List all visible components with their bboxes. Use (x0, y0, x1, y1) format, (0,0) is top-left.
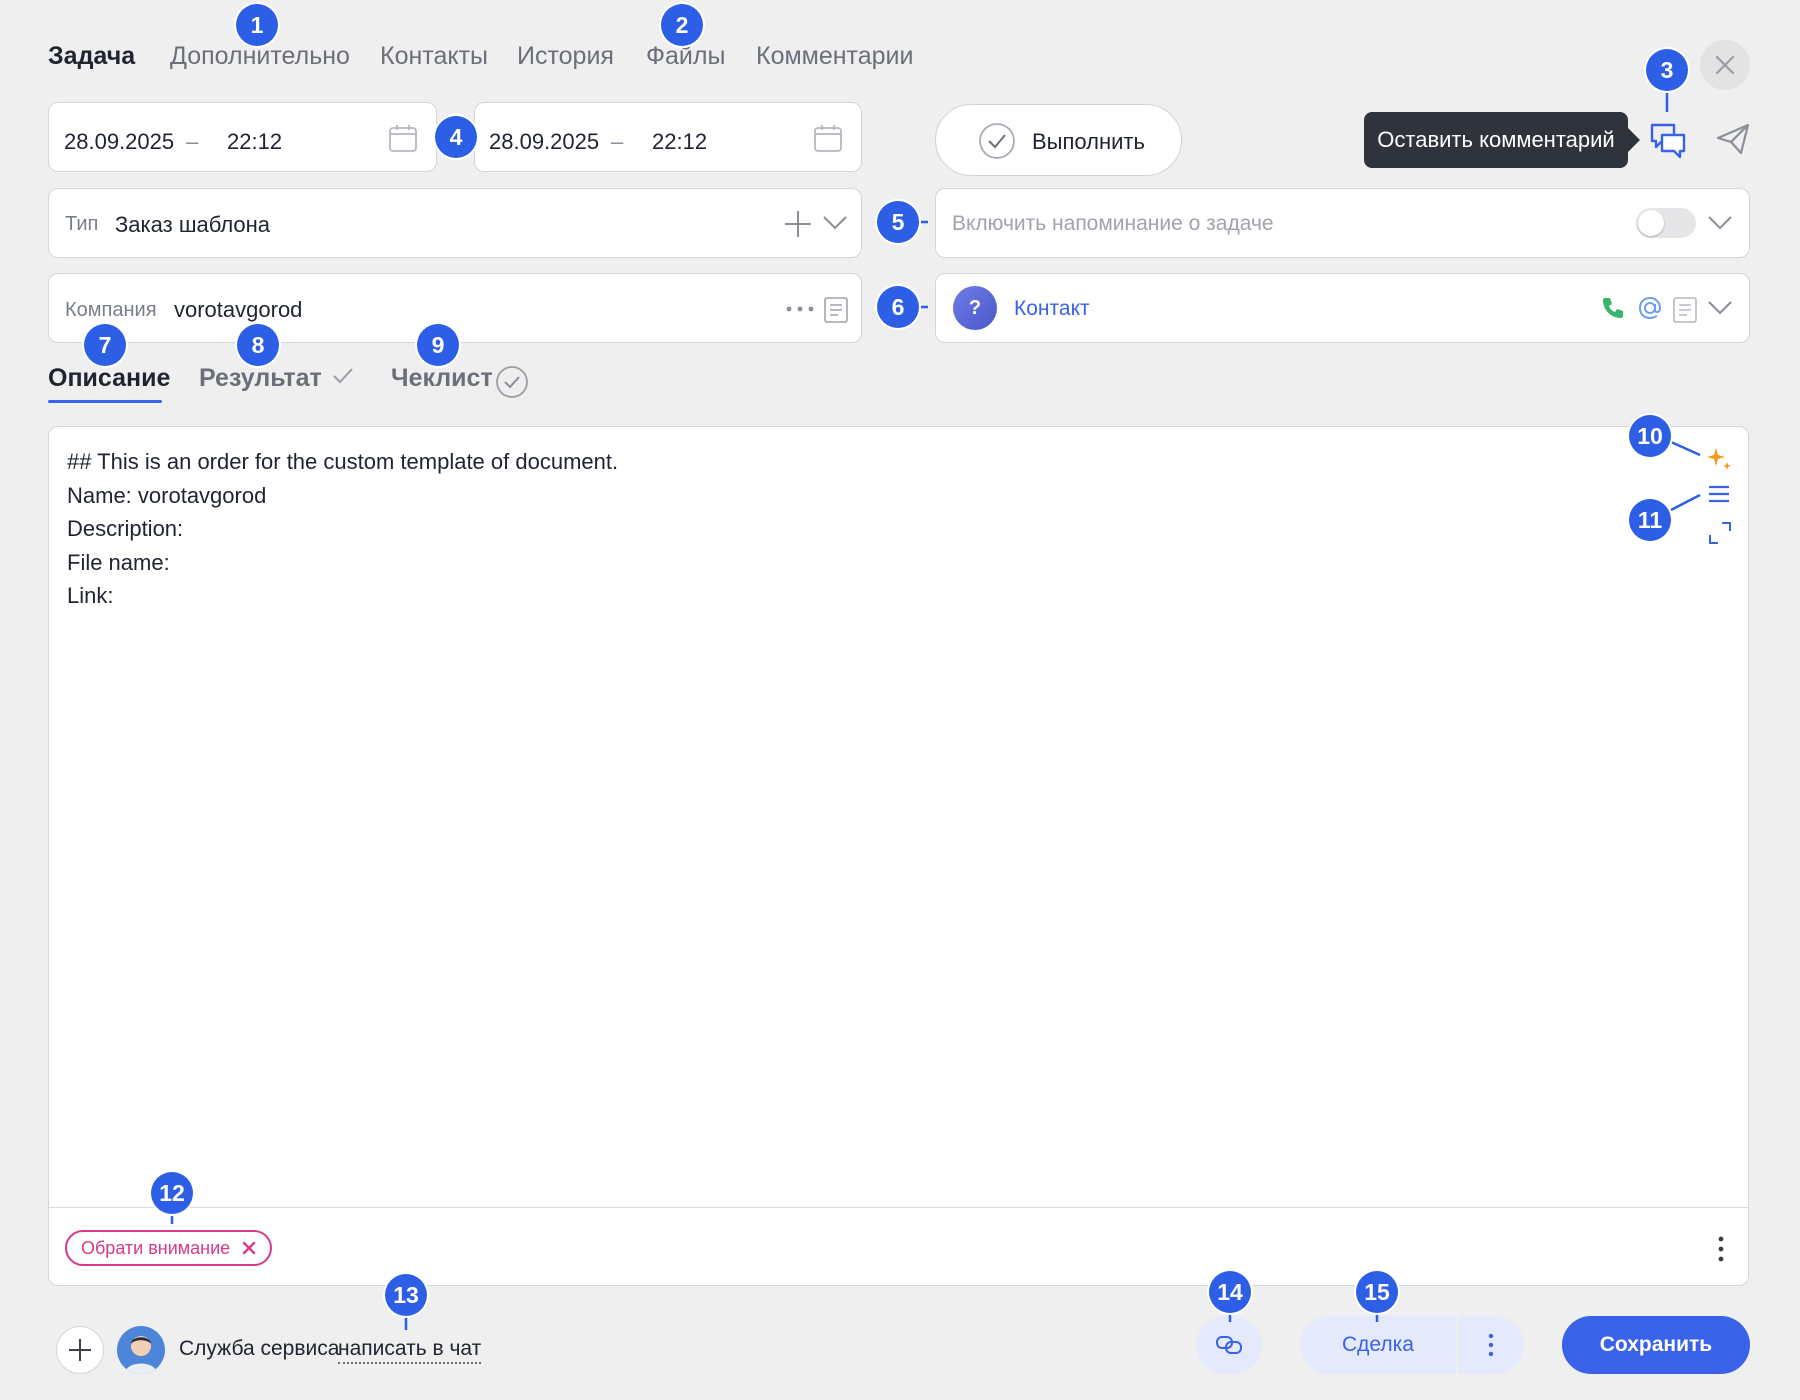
marker-11: 11 (1629, 499, 1671, 541)
marker-2: 2 (661, 4, 703, 46)
marker-9: 9 (417, 324, 459, 366)
marker-8: 8 (237, 324, 279, 366)
marker-7: 7 (84, 324, 126, 366)
marker-10: 10 (1629, 415, 1671, 457)
marker-3: 3 (1646, 49, 1688, 91)
marker-15: 15 (1356, 1271, 1398, 1313)
marker-5: 5 (877, 201, 919, 243)
marker-4: 4 (435, 116, 477, 158)
marker-12: 12 (151, 1172, 193, 1214)
marker-13: 13 (385, 1274, 427, 1316)
marker-14: 14 (1209, 1271, 1251, 1313)
marker-1: 1 (236, 4, 278, 46)
marker-6: 6 (877, 286, 919, 328)
